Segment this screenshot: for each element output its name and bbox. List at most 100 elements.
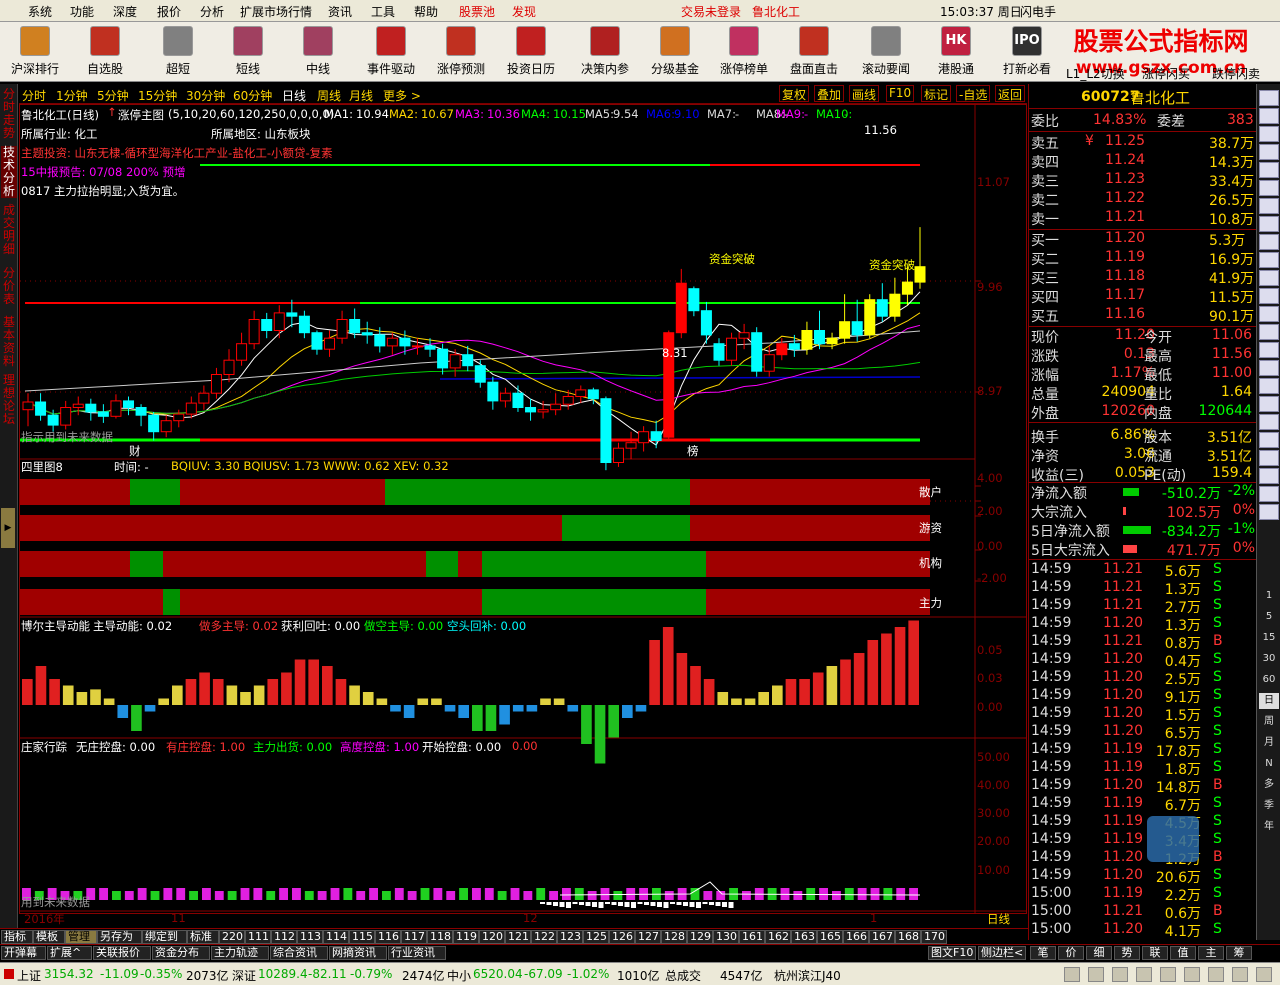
side-tool-icon[interactable] <box>1259 486 1279 502</box>
menu-stock-pool[interactable]: 股票池 <box>459 3 495 20</box>
indicator-tab[interactable]: 161 <box>739 930 765 944</box>
menu-discover[interactable]: 发现 <box>512 3 536 20</box>
menu-item[interactable]: 帮助 <box>414 3 438 20</box>
side-tool-icon[interactable] <box>1259 360 1279 376</box>
main-chart-area[interactable] <box>19 104 1027 914</box>
toolbar-news-button[interactable]: 滚动要闻 <box>856 24 916 80</box>
side-tool-icon[interactable] <box>1259 432 1279 448</box>
indicator-tab[interactable]: 125 <box>583 930 609 944</box>
indicator-tab[interactable]: 标准 <box>187 930 219 944</box>
function-tab[interactable]: 扩展^ <box>47 946 92 960</box>
period-tab[interactable]: 周线 <box>317 87 341 104</box>
period-shortcut[interactable]: 周 <box>1259 714 1279 730</box>
side-tool-icon[interactable] <box>1259 414 1279 430</box>
menu-item[interactable]: 系统 <box>28 3 52 20</box>
menu-item[interactable]: 资讯 <box>328 3 352 20</box>
chart-tool-button[interactable]: 叠加 <box>814 85 845 102</box>
function-tab[interactable]: 网摘资讯 <box>329 946 387 960</box>
side-tool-icon[interactable] <box>1259 450 1279 466</box>
function-tab[interactable]: 开弹幕 <box>1 946 46 960</box>
period-tab[interactable]: 月线 <box>349 87 373 104</box>
side-tool-icon[interactable] <box>1259 108 1279 124</box>
sidebar-toggle[interactable]: 侧边栏< <box>978 946 1026 960</box>
chart-tool-button[interactable]: F10 <box>886 85 915 102</box>
indicator-tab[interactable]: 模板 <box>33 930 65 944</box>
f10-button[interactable]: 图文F10 <box>928 946 976 960</box>
period-shortcut[interactable]: 5 <box>1259 609 1279 625</box>
toolbar-candle-chart-button[interactable]: 超短 <box>148 24 208 80</box>
indicator-tab[interactable]: 127 <box>635 930 661 944</box>
indicator-tab[interactable]: 126 <box>609 930 635 944</box>
toolbar-ipo-button[interactable]: IPO 打新必看 <box>997 24 1057 80</box>
left-tab[interactable]: 分时走势 <box>1 88 17 140</box>
period-shortcut[interactable]: 30 <box>1259 651 1279 667</box>
period-shortcut[interactable]: 年 <box>1259 819 1279 835</box>
quote-tab[interactable]: 笔 <box>1030 946 1056 960</box>
chart-tool-button[interactable]: 标记 <box>921 85 952 102</box>
indicator-tab[interactable]: 116 <box>375 930 401 944</box>
side-tool-icon[interactable] <box>1259 198 1279 214</box>
menu-item[interactable]: 功能 <box>70 3 94 20</box>
status-tool-icon[interactable] <box>1064 967 1080 982</box>
collapse-arrow-icon[interactable]: ▶ <box>1 508 15 548</box>
quote-tab[interactable]: 主 <box>1198 946 1224 960</box>
indicator-tab[interactable]: 112 <box>271 930 297 944</box>
side-tool-icon[interactable] <box>1259 216 1279 232</box>
indicator-tab[interactable]: 118 <box>427 930 453 944</box>
period-shortcut[interactable]: 月 <box>1259 735 1279 751</box>
period-tab[interactable]: 60分钟 <box>233 87 272 104</box>
side-tool-icon[interactable] <box>1259 90 1279 106</box>
side-tool-icon[interactable] <box>1259 468 1279 484</box>
status-tool-icon[interactable] <box>1208 967 1224 982</box>
toolbar-chart-question-button[interactable]: 涨停预测 <box>431 24 491 80</box>
toolbar-hk-button[interactable]: HK 港股通 <box>926 24 986 80</box>
period-shortcut[interactable]: 多 <box>1259 777 1279 793</box>
indicator-tab[interactable]: 113 <box>297 930 323 944</box>
menu-item[interactable]: 深度 <box>113 3 137 20</box>
toolbar-flag-button[interactable]: 决策内参 <box>575 24 635 80</box>
side-tool-icon[interactable] <box>1259 162 1279 178</box>
chart-tool-button[interactable]: 返回 <box>995 85 1026 102</box>
quote-tab[interactable]: 值 <box>1170 946 1196 960</box>
quote-tab[interactable]: 细 <box>1086 946 1112 960</box>
side-tool-icon[interactable] <box>1259 126 1279 142</box>
toolbar-text-button[interactable]: 跌停闪卖 <box>1212 65 1260 82</box>
indicator-tab[interactable]: 111 <box>245 930 271 944</box>
toolbar-trophy-button[interactable]: 涨停榜单 <box>714 24 774 80</box>
toolbar-candle-chart-button[interactable]: 中线 <box>288 24 348 80</box>
period-tab[interactable]: 分时 <box>22 87 46 104</box>
toolbar-flame-button[interactable]: 事件驱动 <box>361 24 421 80</box>
period-tab[interactable]: 5分钟 <box>97 87 129 104</box>
toolbar-calendar-button[interactable]: 投资日历 <box>501 24 561 80</box>
function-tab[interactable]: 资金分布 <box>152 946 210 960</box>
indicator-tab[interactable]: 123 <box>557 930 583 944</box>
period-tab[interactable]: 1分钟 <box>56 87 88 104</box>
indicator-tab[interactable]: 128 <box>661 930 687 944</box>
period-shortcut[interactable]: 1 <box>1259 588 1279 604</box>
toolbar-candle-chart-button[interactable]: 短线 <box>218 24 278 80</box>
indicator-tab[interactable]: 162 <box>765 930 791 944</box>
side-tool-icon[interactable] <box>1259 144 1279 160</box>
left-tab[interactable]: 技术分析 <box>1 146 17 198</box>
side-tool-icon[interactable] <box>1259 324 1279 340</box>
toolbar-bell-button[interactable]: 分级基金 <box>645 24 705 80</box>
quote-tab[interactable]: 联 <box>1142 946 1168 960</box>
status-tool-icon[interactable] <box>1232 967 1248 982</box>
status-tool-icon[interactable] <box>1160 967 1176 982</box>
indicator-tab[interactable]: 绑定到 <box>142 930 187 944</box>
period-shortcut[interactable]: 15 <box>1259 630 1279 646</box>
quote-tab[interactable]: 势 <box>1114 946 1140 960</box>
indicator-tab[interactable]: 管理 <box>65 930 97 944</box>
flash-trade-button[interactable]: 闪电手 <box>1020 3 1056 20</box>
indicator-tab[interactable]: 指标 <box>1 930 33 944</box>
quote-tab[interactable]: 价 <box>1058 946 1084 960</box>
indicator-tab[interactable]: 117 <box>401 930 427 944</box>
toolbar-bar-chart-button[interactable]: 沪深排行 <box>5 24 65 80</box>
indicator-tab[interactable]: 167 <box>869 930 895 944</box>
period-tab[interactable]: 30分钟 <box>186 87 225 104</box>
side-tool-icon[interactable] <box>1259 270 1279 286</box>
toolbar-target-button[interactable]: 盘面直击 <box>784 24 844 80</box>
left-tab[interactable]: 分价表 <box>1 267 17 306</box>
chart-tool-button[interactable]: 画线 <box>849 85 880 102</box>
menu-item[interactable]: 扩展市场行情 <box>240 3 312 20</box>
